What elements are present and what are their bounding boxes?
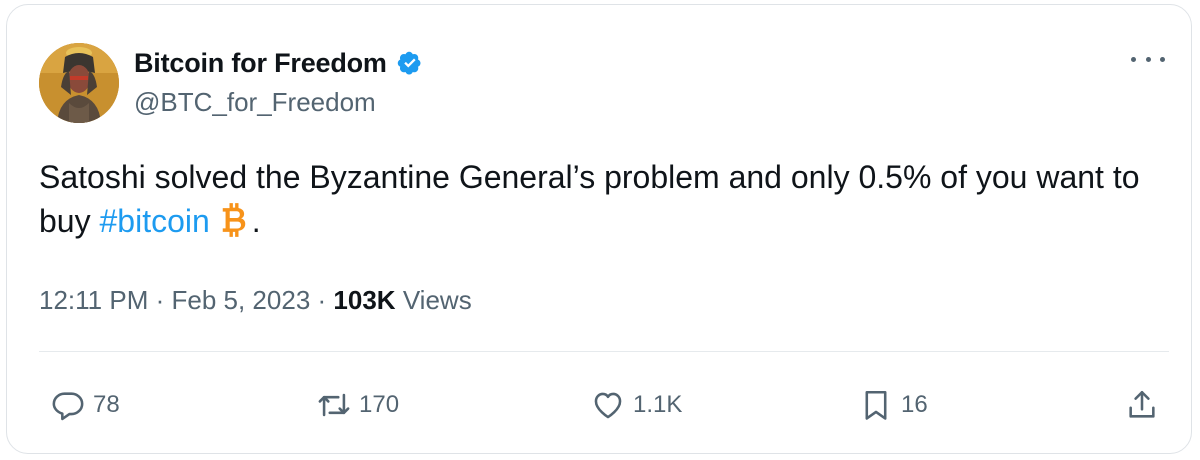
like-count: 1.1K bbox=[633, 391, 683, 418]
avatar-figure-icon bbox=[39, 43, 119, 123]
views-count: 103K bbox=[333, 285, 396, 315]
tweet-trailing-text: . bbox=[251, 203, 261, 239]
meta-separator: · bbox=[317, 285, 327, 315]
share-icon bbox=[1129, 390, 1155, 418]
like-button[interactable]: 1.1K bbox=[591, 381, 682, 429]
share-button[interactable] bbox=[1125, 381, 1159, 429]
reply-count: 78 bbox=[93, 391, 120, 418]
tweet-meta: 12:11 PM · Feb 5, 2023 · 103K Views bbox=[39, 285, 472, 316]
retweet-button[interactable]: 170 bbox=[317, 381, 399, 429]
reply-button[interactable]: 78 bbox=[51, 381, 120, 429]
author-handle[interactable]: @BTC_for_Freedom bbox=[134, 87, 376, 118]
bookmark-button[interactable]: 16 bbox=[859, 381, 928, 429]
retweet-icon bbox=[318, 393, 350, 417]
tweet-card[interactable]: Bitcoin for Freedom @BTC_for_Freedom Sat… bbox=[6, 4, 1192, 454]
reply-icon bbox=[52, 392, 84, 421]
bookmark-icon bbox=[865, 390, 887, 420]
heart-icon bbox=[594, 392, 622, 419]
divider bbox=[39, 351, 1169, 352]
retweet-count: 170 bbox=[359, 391, 400, 418]
avatar[interactable] bbox=[39, 43, 119, 123]
author-name-row[interactable]: Bitcoin for Freedom bbox=[134, 45, 425, 81]
action-bar: 78 170 1.1K 16 bbox=[7, 381, 1191, 429]
more-options-icon[interactable] bbox=[1131, 49, 1165, 69]
bookmark-count: 16 bbox=[901, 391, 928, 418]
author-display-name[interactable]: Bitcoin for Freedom bbox=[134, 48, 387, 79]
tweet-text: Satoshi solved the Byzantine General’s p… bbox=[39, 155, 1159, 243]
verified-badge-icon bbox=[397, 51, 421, 75]
bitcoin-icon bbox=[222, 203, 246, 237]
hashtag-link[interactable]: #bitcoin bbox=[99, 203, 209, 239]
views-label: Views bbox=[402, 285, 472, 315]
tweet-date[interactable]: Feb 5, 2023 bbox=[172, 285, 311, 315]
tweet-time[interactable]: 12:11 PM bbox=[39, 285, 148, 315]
meta-separator: · bbox=[155, 285, 165, 315]
